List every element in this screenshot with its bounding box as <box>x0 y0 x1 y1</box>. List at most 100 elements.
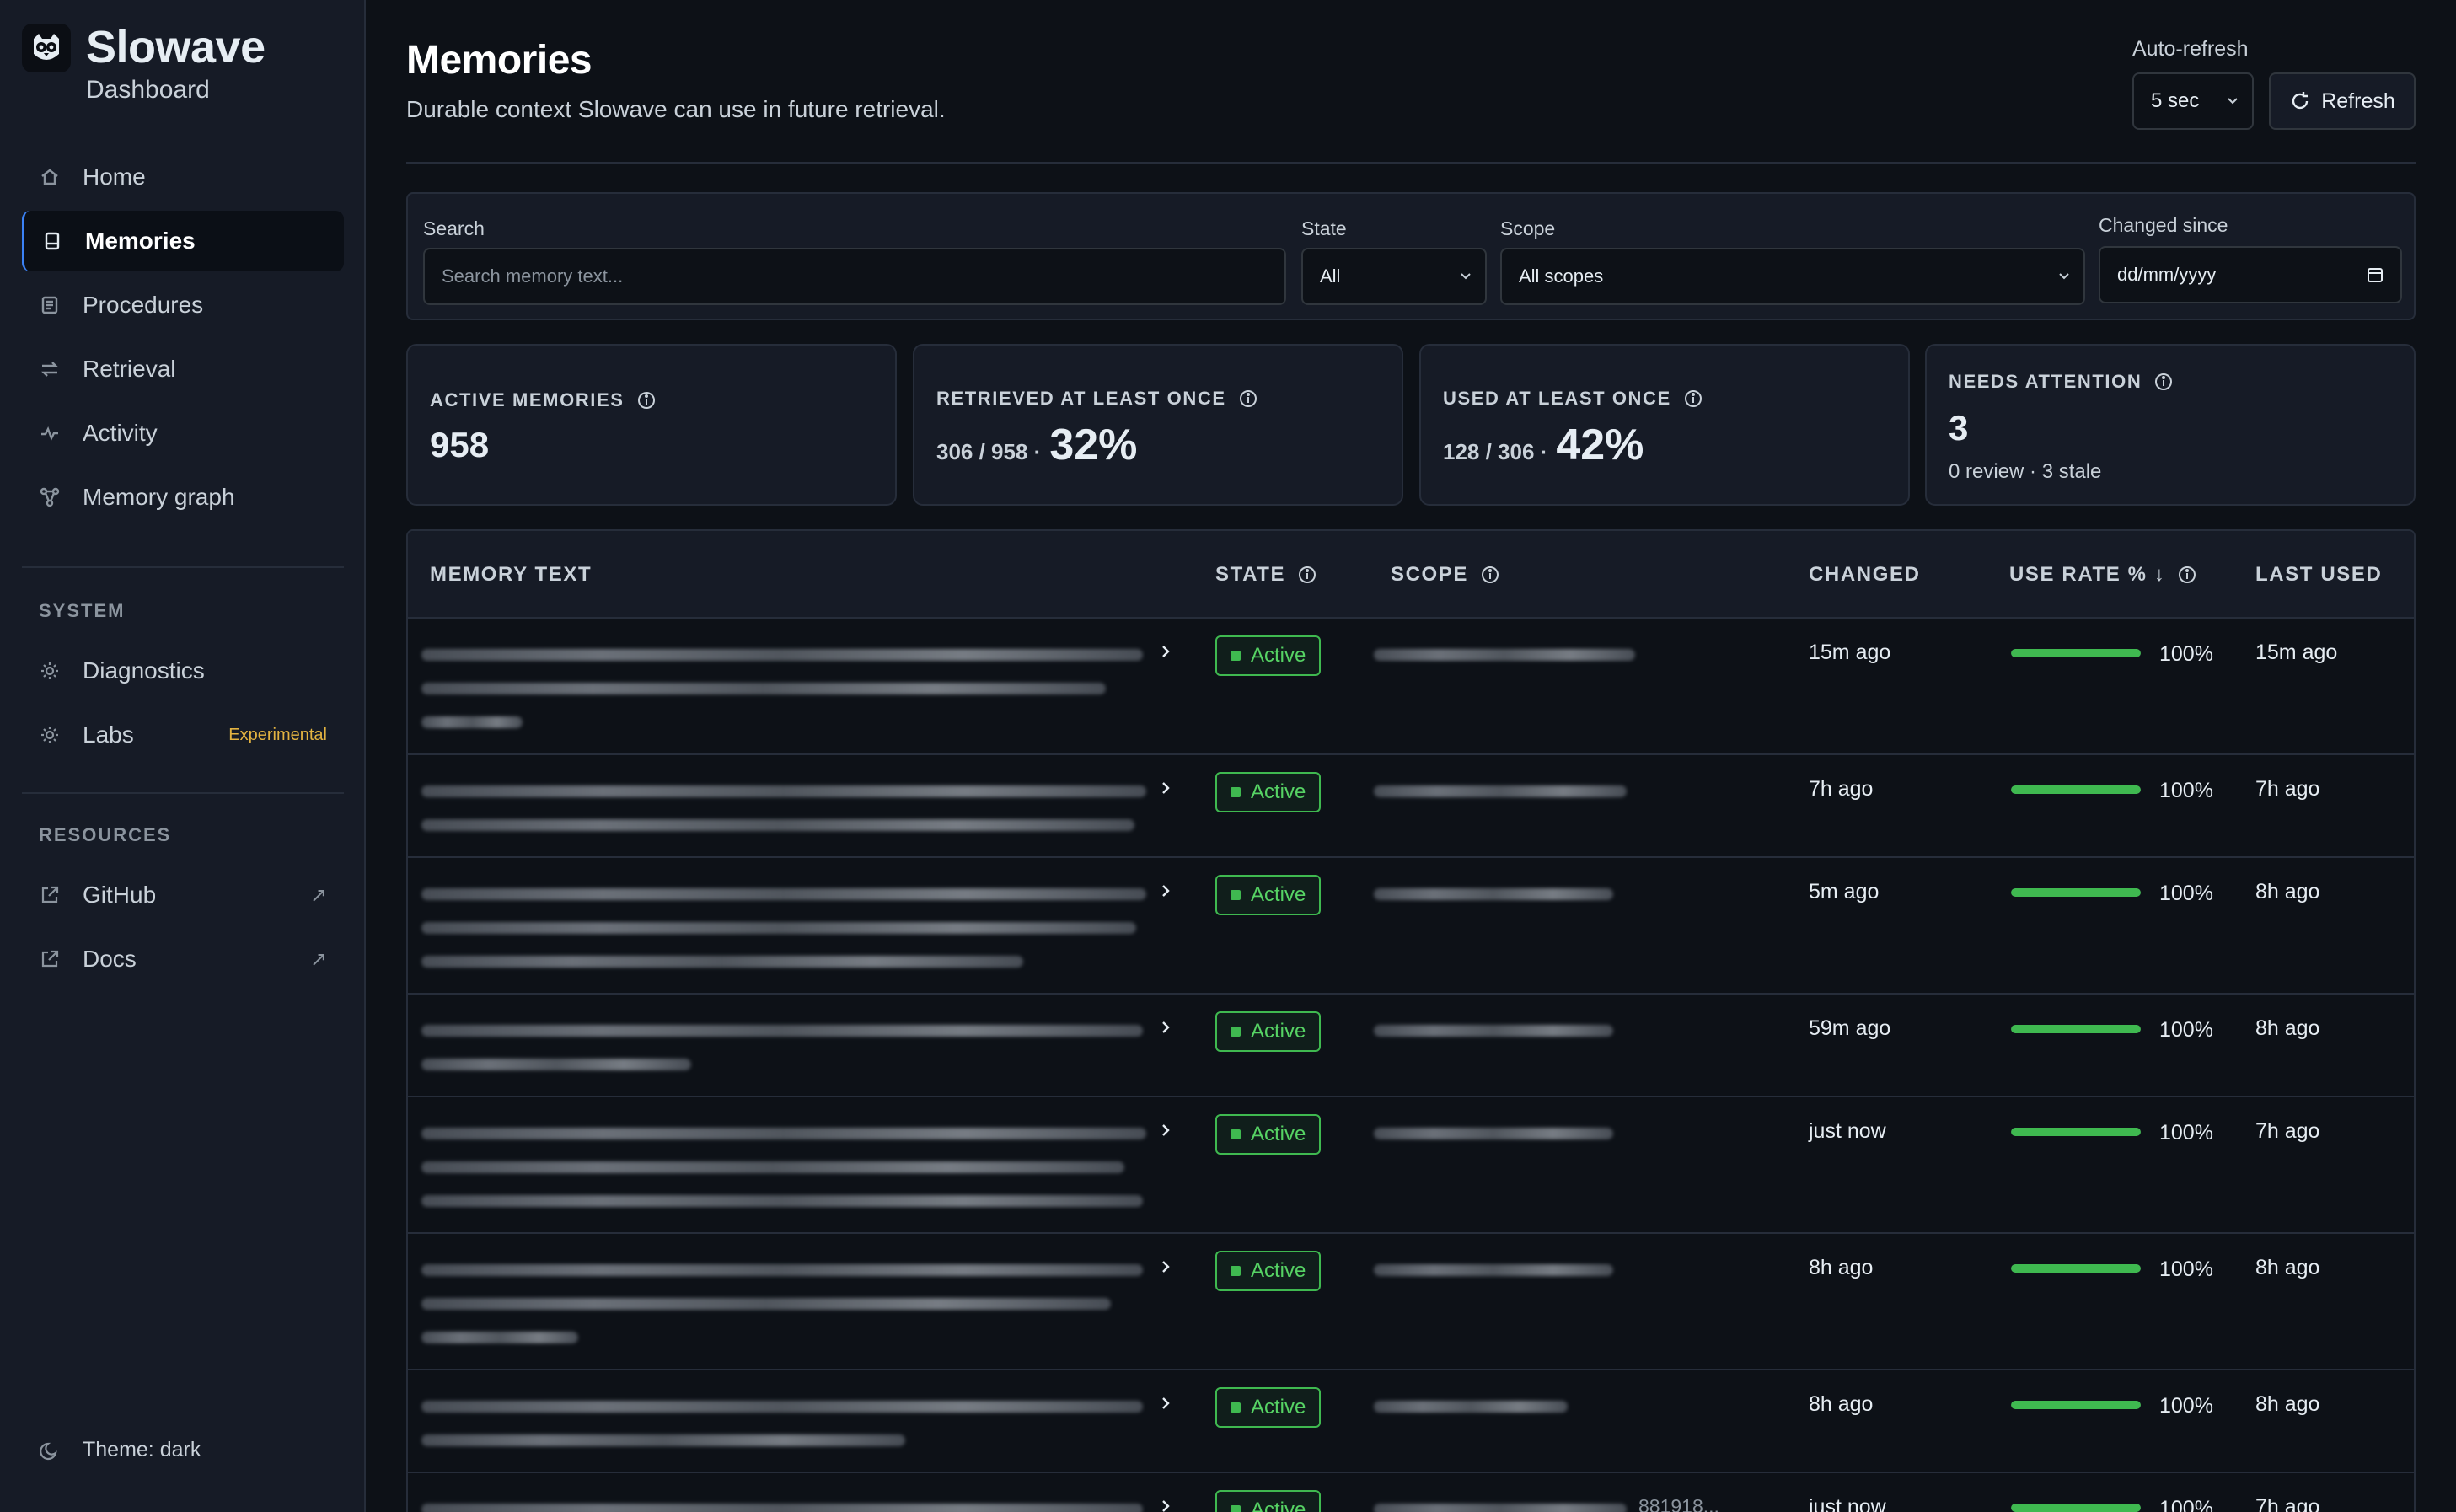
chevron-right-icon[interactable] <box>1158 883 1173 898</box>
sidebar-divider <box>22 566 344 568</box>
info-icon[interactable] <box>636 390 657 410</box>
state-value: All <box>1320 265 1341 287</box>
nav-item-docs[interactable]: Docs ↗ <box>22 929 344 989</box>
column-use-rate[interactable]: USE RATE % ↓ <box>2009 563 2197 587</box>
info-icon[interactable] <box>1297 565 1317 585</box>
redacted-text <box>421 649 1143 661</box>
table-row[interactable]: Active 881918... just now 100% 7h ago <box>408 1473 2414 1512</box>
chevron-right-icon[interactable] <box>1158 1396 1173 1411</box>
stat-label-text: NEEDS ATTENTION <box>1949 371 2142 392</box>
redacted-text <box>421 888 1146 900</box>
use-rate-cell: 100% <box>2159 779 2213 802</box>
column-label: USE RATE % ↓ <box>2009 563 2166 586</box>
search-input[interactable] <box>442 265 1284 287</box>
use-rate-cell: 100% <box>2159 642 2213 666</box>
redacted-scope <box>1374 1264 1613 1276</box>
stat-value: 128 / 306 · 42% <box>1443 420 1644 470</box>
info-icon[interactable] <box>2177 565 2197 585</box>
brand-name: Slowave <box>86 22 265 72</box>
info-icon[interactable] <box>1238 389 1258 409</box>
table-row[interactable]: Active 8h ago 100% 8h ago <box>408 1370 2414 1473</box>
gear-icon <box>39 660 61 682</box>
status-badge: Active <box>1215 772 1322 812</box>
refresh-label: Refresh <box>2321 88 2395 113</box>
column-scope[interactable]: SCOPE <box>1391 563 1500 587</box>
table-row[interactable]: Active 8h ago 100% 8h ago <box>408 1234 2414 1370</box>
chevron-right-icon[interactable] <box>1158 1020 1173 1035</box>
redacted-text <box>421 1128 1146 1139</box>
redacted-scope <box>1374 888 1613 900</box>
arrow-up-right-icon: ↗ <box>309 883 327 907</box>
scope-select[interactable]: All scopes <box>1500 248 2085 305</box>
auto-refresh-select[interactable]: 5 sec <box>2132 72 2254 130</box>
use-rate-bar-fill <box>2011 649 2141 657</box>
table-row[interactable]: Active just now 100% 7h ago <box>408 1097 2414 1234</box>
status-badge: Active <box>1215 1011 1322 1052</box>
changed-cell: 8h ago <box>1809 1392 1874 1416</box>
nav-item-memories[interactable]: Memories <box>22 211 344 271</box>
nav-item-labs[interactable]: Labs Experimental <box>22 705 344 765</box>
graph-icon <box>39 486 61 508</box>
last-used-cell: 7h ago <box>2255 777 2320 801</box>
search-label: Search <box>423 217 485 239</box>
header-divider <box>406 162 2416 164</box>
column-state[interactable]: STATE <box>1215 563 1317 587</box>
brand-subtitle: Dashboard <box>86 76 210 104</box>
column-last-used[interactable]: LAST USED <box>2255 563 2382 587</box>
owl-logo-icon <box>22 24 71 72</box>
use-rate-bar <box>2011 1504 2141 1512</box>
nav-item-label: Retrieval <box>83 356 176 382</box>
chevron-right-icon[interactable] <box>1158 1123 1173 1138</box>
nav-item-activity[interactable]: Activity <box>22 403 344 464</box>
nav-item-home[interactable]: Home <box>22 147 344 207</box>
table-row[interactable]: Active 5m ago 100% 8h ago <box>408 858 2414 995</box>
nav-item-diagnostics[interactable]: Diagnostics <box>22 641 344 701</box>
chevron-down-icon <box>2228 98 2238 105</box>
redacted-text <box>421 1434 905 1446</box>
column-changed[interactable]: CHANGED <box>1809 563 1921 587</box>
column-memory-text[interactable]: MEMORY TEXT <box>430 563 592 587</box>
memories-table: MEMORY TEXT STATE SCOPE CHANGED USE RATE… <box>406 529 2416 1512</box>
calendar-icon[interactable] <box>2365 265 2385 285</box>
experimental-badge: Experimental <box>228 725 327 744</box>
redacted-text <box>421 956 1023 968</box>
redacted-scope <box>1374 1504 1627 1512</box>
redacted-text <box>421 1298 1111 1310</box>
chevron-down-icon <box>2059 273 2069 280</box>
refresh-button[interactable]: Refresh <box>2269 72 2416 130</box>
nav-item-memory-graph[interactable]: Memory graph <box>22 467 344 528</box>
chevron-right-icon[interactable] <box>1158 780 1173 796</box>
changed-since-label: Changed since <box>2099 214 2228 236</box>
redacted-scope <box>1374 1128 1613 1139</box>
table-row[interactable]: Active 15m ago 100% 15m ago <box>408 619 2414 755</box>
search-input-box[interactable] <box>423 248 1286 305</box>
info-icon[interactable] <box>1480 565 1500 585</box>
theme-toggle[interactable]: Theme: dark <box>39 1438 201 1462</box>
status-text: Active <box>1251 780 1306 803</box>
nav-item-retrieval[interactable]: Retrieval <box>22 339 344 399</box>
stat-fraction: 128 / 306 · <box>1443 439 1548 464</box>
info-icon[interactable] <box>1683 389 1703 409</box>
last-used-cell: 8h ago <box>2255 1392 2320 1416</box>
nav-item-github[interactable]: GitHub ↗ <box>22 865 344 925</box>
state-select[interactable]: All <box>1301 248 1487 305</box>
changed-since-input[interactable]: dd/mm/yyyy <box>2099 246 2402 303</box>
redacted-scope <box>1374 785 1627 797</box>
chevron-right-icon[interactable] <box>1158 1499 1173 1512</box>
status-text: Active <box>1251 883 1306 906</box>
nav-item-procedures[interactable]: Procedures <box>22 275 344 335</box>
column-label: SCOPE <box>1391 563 1469 586</box>
table-row[interactable]: Active 7h ago 100% 7h ago <box>408 755 2414 858</box>
chevron-right-icon[interactable] <box>1158 1259 1173 1274</box>
chevron-right-icon[interactable] <box>1158 644 1173 659</box>
use-rate-bar <box>2011 785 2141 794</box>
arrow-up-right-icon: ↗ <box>309 947 327 971</box>
status-badge: Active <box>1215 1490 1322 1512</box>
info-icon[interactable] <box>2153 372 2174 392</box>
procedures-icon <box>39 294 61 316</box>
retrieval-icon <box>39 358 61 380</box>
status-text: Active <box>1251 1396 1306 1418</box>
brand[interactable]: Slowave Dashboard <box>22 24 265 116</box>
table-row[interactable]: Active 59m ago 100% 8h ago <box>408 995 2414 1097</box>
redacted-text <box>421 1059 691 1070</box>
